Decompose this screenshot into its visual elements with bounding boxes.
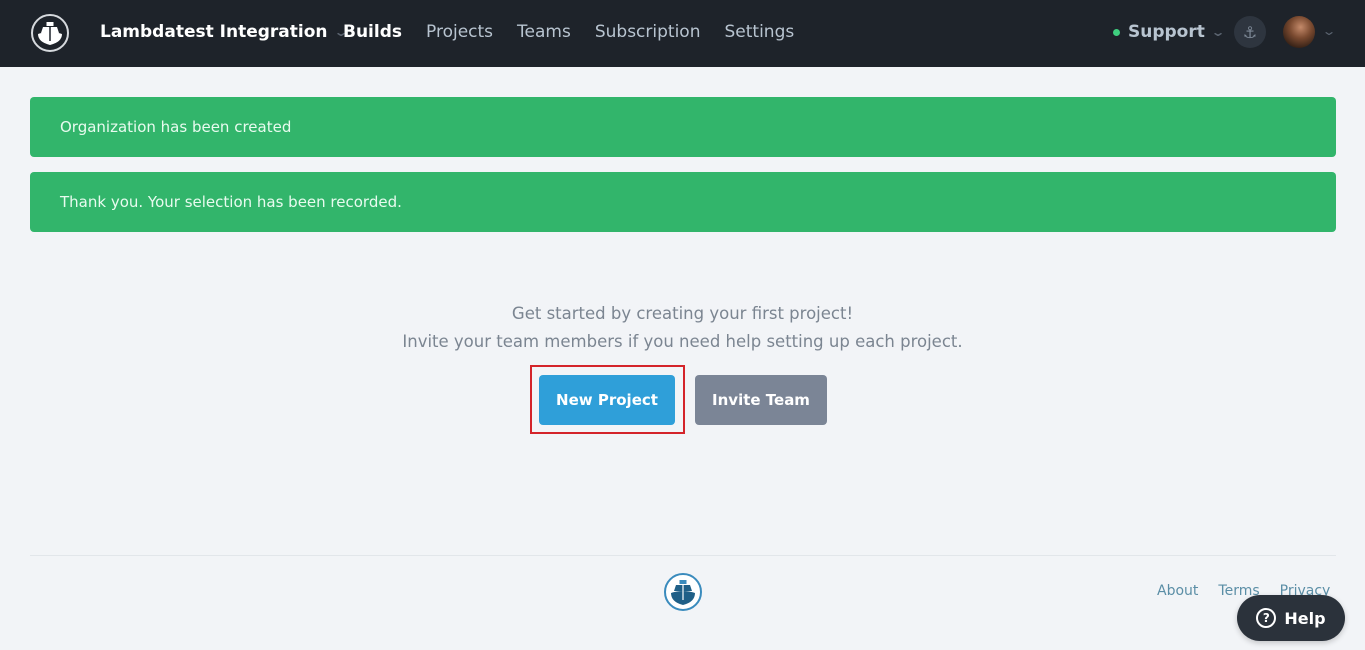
success-alert: Organization has been created <box>30 97 1336 157</box>
main-nav: Builds Projects Teams Subscription Setti… <box>343 20 818 44</box>
org-name: Lambdatest Integration <box>100 22 328 42</box>
invite-team-button[interactable]: Invite Team <box>695 375 827 425</box>
ship-logo-icon[interactable] <box>30 13 70 53</box>
user-avatar[interactable] <box>1283 16 1315 48</box>
nav-projects[interactable]: Projects <box>426 20 493 44</box>
footer-link-about[interactable]: About <box>1157 583 1198 599</box>
footer-divider <box>30 555 1336 556</box>
nav-builds[interactable]: Builds <box>343 20 402 44</box>
status-dot-icon <box>1113 28 1120 36</box>
nav-settings[interactable]: Settings <box>724 20 794 44</box>
help-button[interactable]: ? Help <box>1237 595 1345 641</box>
chevron-down-icon[interactable]: ⌄ <box>1321 24 1336 38</box>
success-alert: Thank you. Your selection has been recor… <box>30 172 1336 232</box>
new-project-button[interactable]: New Project <box>539 375 675 425</box>
question-circle-icon: ? <box>1256 608 1277 628</box>
anchor-button[interactable]: ⚓ <box>1234 16 1266 48</box>
chevron-down-icon: ⌄ <box>1210 25 1226 39</box>
empty-state-line-2: Invite your team members if you need hel… <box>402 332 963 351</box>
alert-message: Organization has been created <box>60 118 292 136</box>
ship-logo-icon <box>664 573 702 611</box>
anchor-icon: ⚓ <box>1242 22 1258 42</box>
top-navbar: Lambdatest Integration ⌄ Builds Projects… <box>0 0 1365 67</box>
support-menu[interactable]: Support ⌄ <box>1113 20 1226 44</box>
empty-state: Get started by creating your first proje… <box>0 300 1365 356</box>
alert-message: Thank you. Your selection has been recor… <box>60 193 402 211</box>
nav-teams[interactable]: Teams <box>517 20 571 44</box>
empty-state-line-1: Get started by creating your first proje… <box>511 304 854 323</box>
help-label: Help <box>1284 608 1326 628</box>
nav-subscription[interactable]: Subscription <box>595 20 701 44</box>
org-switcher[interactable]: Lambdatest Integration ⌄ <box>100 20 348 44</box>
support-label: Support <box>1128 22 1205 42</box>
empty-state-actions: New Project Invite Team <box>539 375 827 425</box>
